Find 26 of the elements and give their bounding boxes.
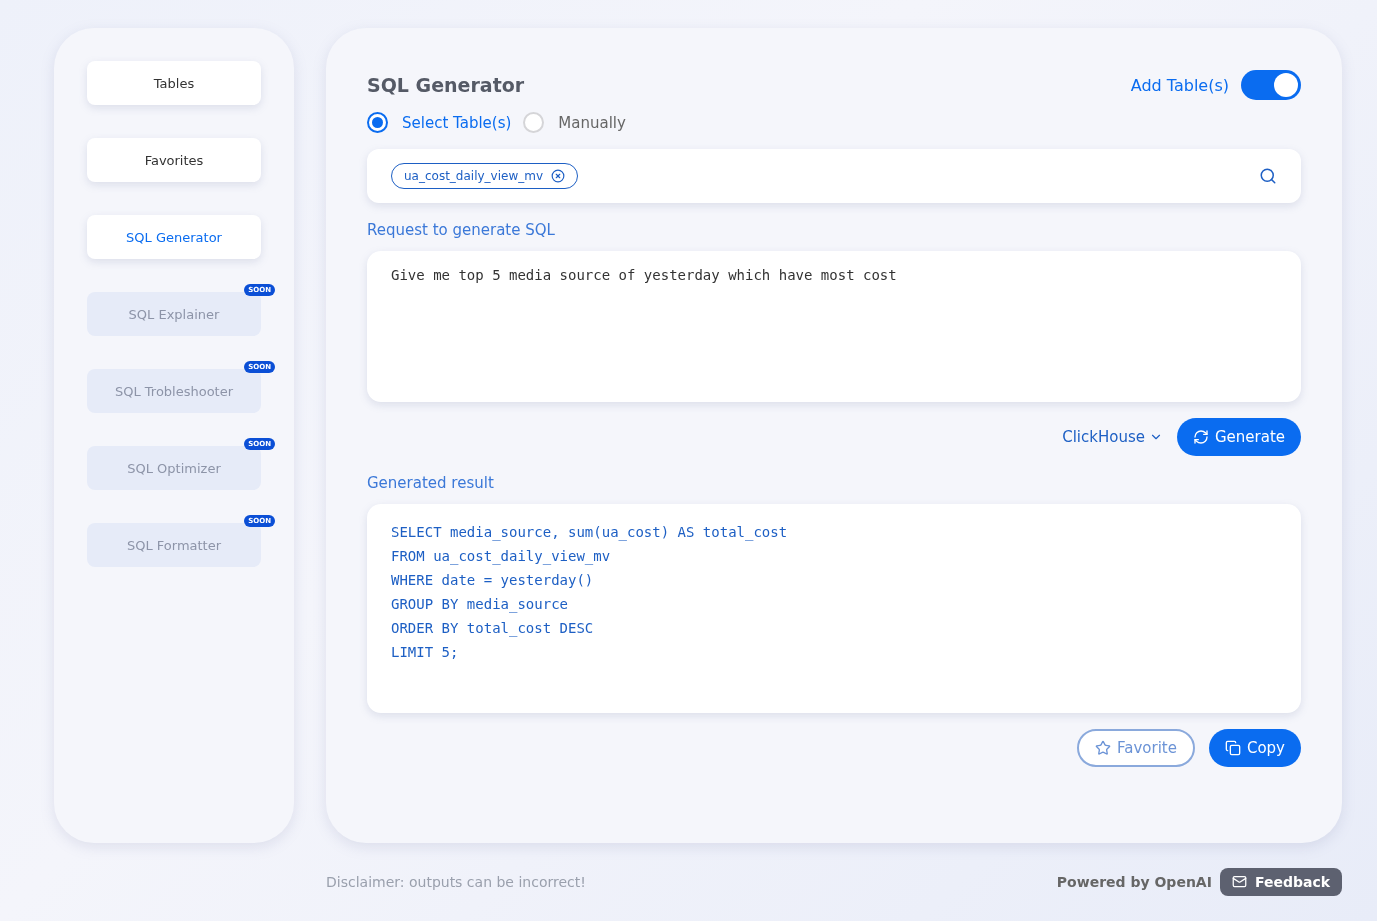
result-output: SELECT media_source, sum(ua_cost) AS total_cost FROM ua_cost_daily_view_mv WHERE date = yesterday() GROUP BY media_source ORDER BY total_cost DESC LIMIT 5; (367, 504, 1301, 713)
nav-item[interactable]: SQL Generator (87, 215, 261, 259)
feedback-button[interactable]: Feedback (1219, 867, 1342, 896)
disclaimer-text: Disclaimer: outputs can be incorrect! (326, 873, 586, 890)
nav-item[interactable]: Tables (87, 61, 261, 105)
star-icon (1095, 740, 1111, 756)
remove-icon[interactable] (551, 169, 566, 183)
copy-icon (1224, 740, 1241, 756)
mail-icon (1231, 874, 1247, 890)
mode-radio[interactable]: Select Table(s) (367, 112, 512, 133)
dialect-dropdown[interactable]: ClickHouse (1062, 428, 1163, 446)
search-icon[interactable] (1259, 167, 1277, 185)
table-select-field[interactable]: ua_cost_daily_view_mv (367, 149, 1301, 203)
add-tables-toggle[interactable] (1241, 70, 1301, 100)
result-label: Generated result (367, 474, 495, 492)
copy-button[interactable]: Copy (1208, 729, 1301, 767)
request-label: Request to generate SQL (367, 221, 556, 239)
powered-by-text: Powered by OpenAI (1056, 873, 1212, 890)
favorite-button[interactable]: Favorite (1077, 729, 1195, 767)
refresh-icon (1192, 429, 1209, 445)
generate-button[interactable]: Generate (1176, 418, 1301, 456)
add-tables-label: Add Table(s) (1130, 75, 1229, 95)
page-title: SQL Generator (367, 74, 525, 96)
nav-item[interactable]: Favorites (87, 138, 261, 182)
request-input[interactable]: Give me top 5 media source of yesterday which have most cost (367, 251, 1301, 402)
mode-radio[interactable]: Manually (523, 112, 626, 133)
